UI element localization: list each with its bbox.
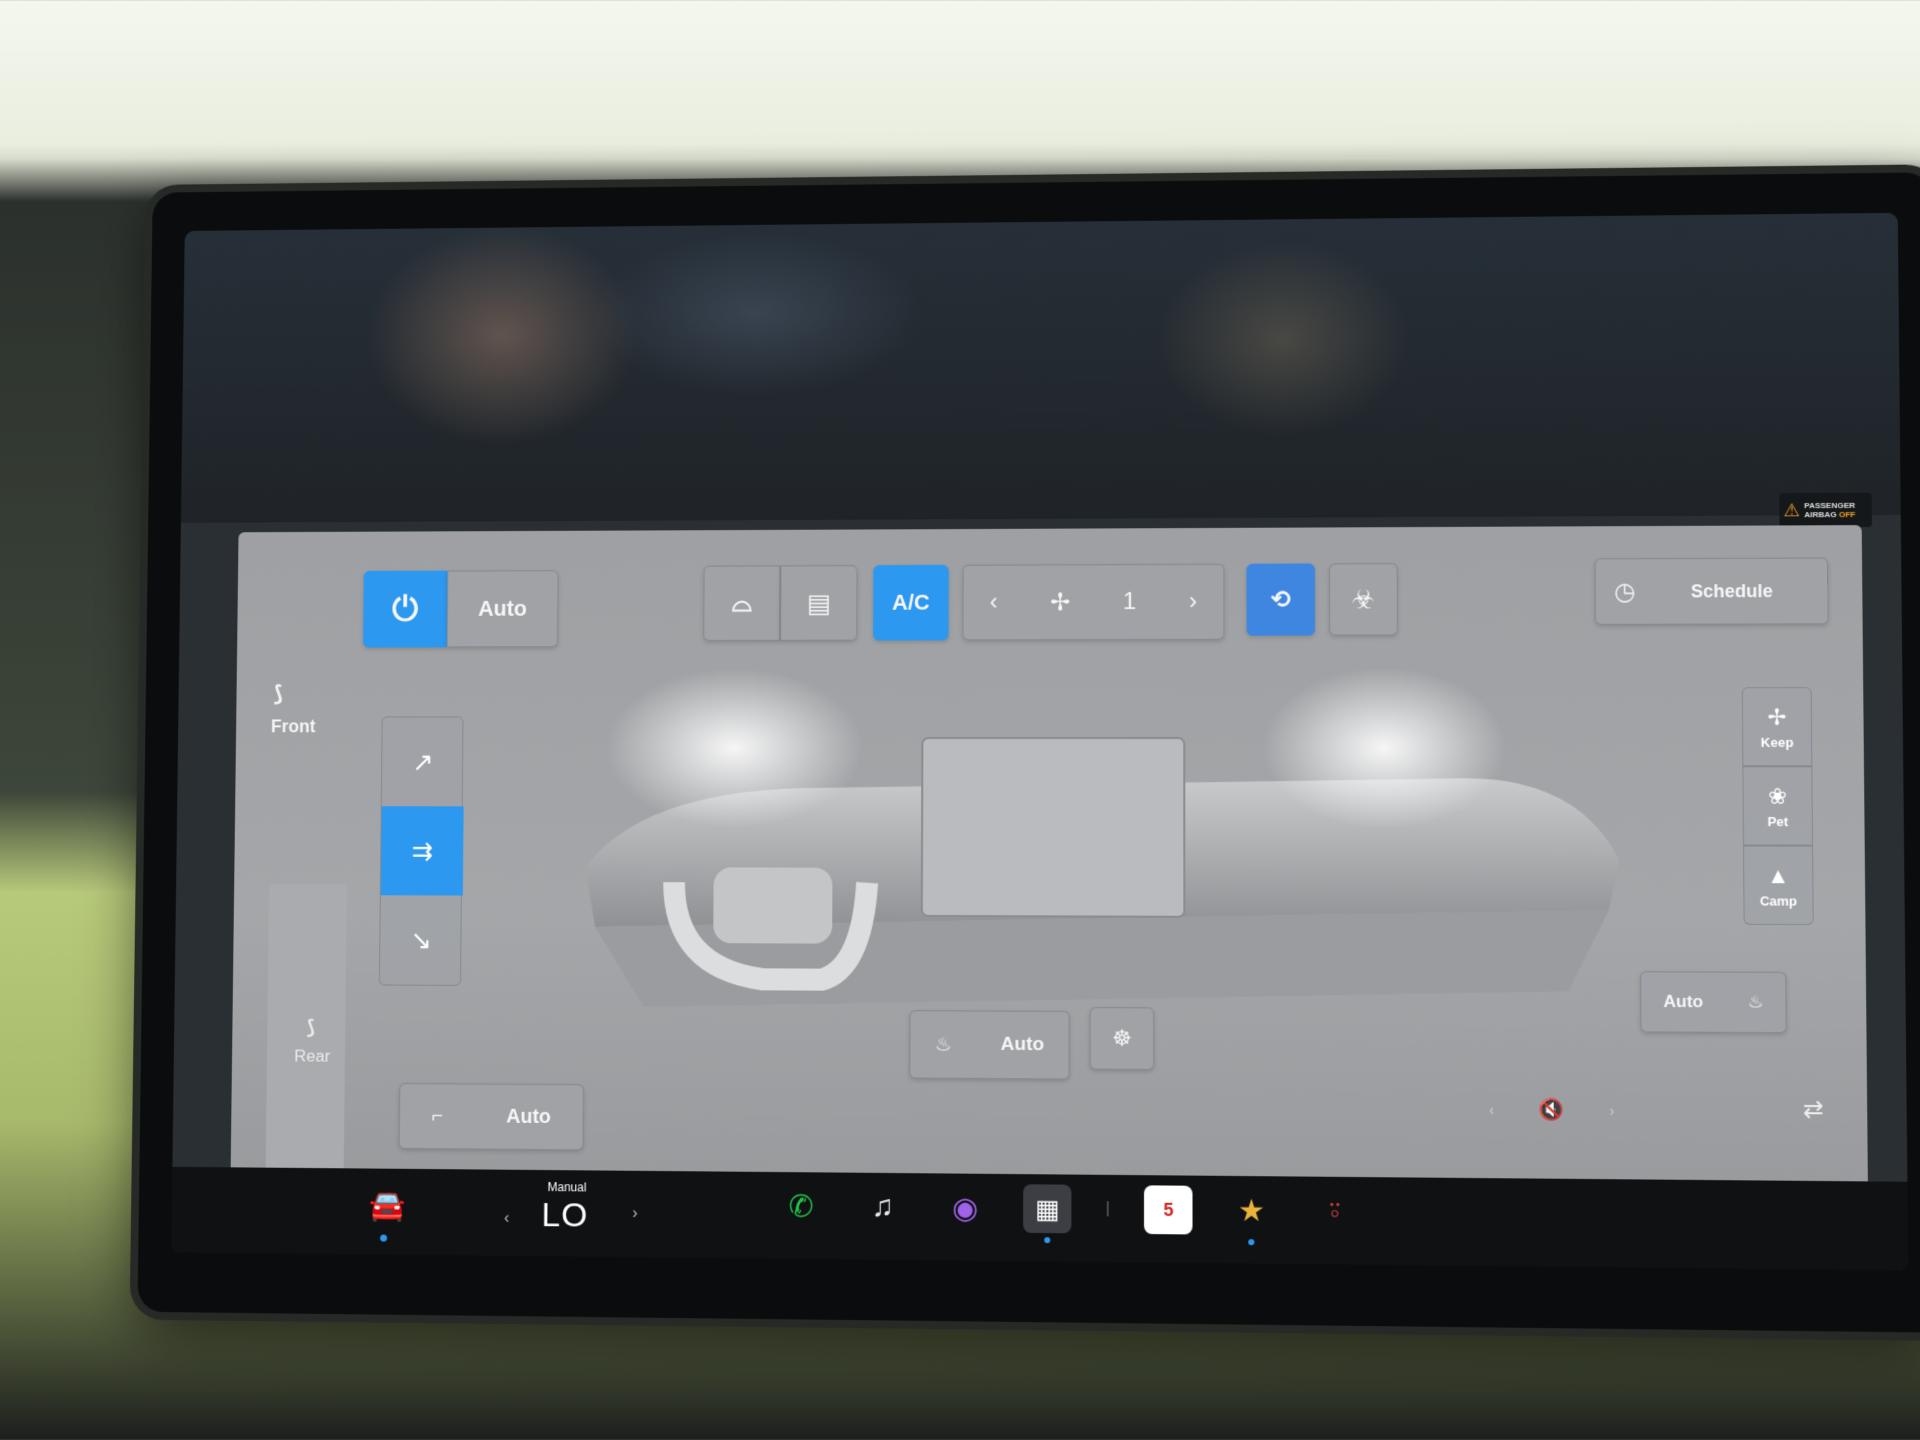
schedule-button[interactable]: ◷ Schedule	[1594, 557, 1829, 625]
arcade-app[interactable]: ★	[1227, 1186, 1276, 1246]
keep-fan-icon: ✢	[1767, 703, 1787, 730]
active-indicator	[1248, 1239, 1255, 1246]
camera-app[interactable]: ◉	[941, 1184, 989, 1233]
airflow-feet-button[interactable]: ↘	[380, 895, 463, 985]
app-dock: ✆ ♫ ◉ ▦ | 5 ★ ⍤ ▭	[777, 1182, 1443, 1246]
recirculate-button[interactable]: ⟲	[1246, 563, 1316, 636]
airflow-feet-icon: ↘	[410, 924, 433, 955]
climate-power-button[interactable]: ⏻	[362, 570, 448, 648]
calendar-app[interactable]: 5	[1144, 1185, 1193, 1235]
keep-climate-button[interactable]: ✢ Keep	[1741, 687, 1813, 767]
cabin-dashboard-illustration	[585, 667, 1620, 1042]
center-display-illustration	[922, 738, 1185, 917]
mute-icon[interactable]: 🔇	[1539, 1097, 1565, 1123]
display-bezel: ⚠ PASSENGER AIRBAG OFF ⏻ Auto ⌓ ▤ A/C ‹ …	[137, 172, 1920, 1333]
camp-mode-button[interactable]: ▲ Camp	[1742, 845, 1814, 926]
rear-zone-label[interactable]: Rear	[294, 1047, 330, 1067]
seat-heat-icon: ♨	[1747, 992, 1764, 1012]
car-interior-scene: ⚠ PASSENGER AIRBAG OFF ⏻ Auto ⌓ ▤ A/C ‹ …	[0, 0, 1920, 1440]
recirculate-icon: ⟲	[1270, 586, 1291, 614]
screen-reflection	[180, 212, 1901, 523]
passenger-airbag-indicator: ⚠ PASSENGER AIRBAG OFF	[1779, 492, 1873, 528]
fan-increase-button[interactable]: ›	[1189, 588, 1197, 616]
grid-icon: ▦	[1034, 1192, 1060, 1224]
swap-icon[interactable]: ⇄	[1803, 1095, 1824, 1125]
airflow-face-feet-button[interactable]: ⇉	[380, 806, 464, 896]
touchscreen: ⚠ PASSENGER AIRBAG OFF ⏻ Auto ⌓ ▤ A/C ‹ …	[171, 212, 1909, 1271]
climate-power-group: ⏻ Auto	[362, 570, 559, 648]
defrost-group: ⌓ ▤	[703, 565, 858, 641]
airflow-mode-selector: ↗ ⇉ ↘	[378, 716, 465, 986]
active-indicator	[380, 1234, 388, 1242]
seat-heat-icon: ♨	[934, 1033, 952, 1056]
passenger-seat-heat-auto-button[interactable]: Auto ♨	[1640, 971, 1787, 1034]
temperature-down-button[interactable]: ‹	[504, 1210, 509, 1228]
bioweapon-defense-icon: ☣	[1351, 583, 1376, 614]
fan-decrease-button[interactable]: ‹	[990, 589, 998, 617]
front-defrost-button[interactable]: ⌓	[703, 565, 781, 641]
clock-icon: ◷	[1614, 577, 1636, 606]
bioweapon-defense-button[interactable]: ☣	[1329, 563, 1398, 636]
ac-button[interactable]: A/C	[873, 564, 949, 641]
rear-seat-auto-label: Auto	[506, 1105, 552, 1128]
front-zone-label[interactable]: Front	[271, 716, 316, 737]
rear-defrost-icon: ▤	[806, 587, 832, 618]
airflow-face-icon: ↗	[412, 746, 434, 777]
rear-seat-auto-button[interactable]: ⌐ Auto	[398, 1083, 584, 1151]
fan-speed-value: 1	[1122, 588, 1137, 616]
app-launcher[interactable]: ▦	[1023, 1184, 1072, 1244]
joystick-icon: ⍤	[1325, 1194, 1344, 1228]
taskbar: 🚘 Manual LO ‹ › ✆ ♫ ◉ ▦ | 5 ★ ⍤	[171, 1166, 1909, 1271]
front-vents-icon: ⟆	[273, 681, 284, 706]
music-icon: ♫	[871, 1189, 895, 1224]
temperature-value[interactable]: LO	[541, 1196, 588, 1236]
toybox-app[interactable]: ⍤	[1310, 1187, 1359, 1236]
fan-speed-box: ‹ ✢ 1 ›	[962, 563, 1225, 641]
front-defrost-icon: ⌓	[731, 587, 753, 618]
rear-vents-icon: ⟆	[306, 1016, 316, 1039]
driver-seat-heat-auto-button[interactable]: ♨ Auto	[909, 1010, 1070, 1080]
tent-icon: ▲	[1766, 862, 1790, 888]
active-indicator	[1044, 1237, 1051, 1244]
airbag-icon: ⚠	[1783, 499, 1801, 520]
fan-speed-control: ‹ ✢ 1 ›	[962, 563, 1225, 641]
rear-seat-icon: ⌐	[431, 1104, 444, 1127]
phone-app[interactable]: ✆	[777, 1182, 825, 1231]
airbag-text: PASSENGER AIRBAG OFF	[1804, 500, 1856, 520]
music-app[interactable]: ♫	[859, 1183, 907, 1232]
airflow-face-button[interactable]: ↗	[382, 717, 465, 806]
airflow-visual-right	[1262, 667, 1507, 829]
schedule-label: Schedule	[1690, 580, 1773, 601]
camera-icon: ◉	[951, 1191, 979, 1225]
airflow-visual-left	[605, 668, 864, 828]
arcade-icon: ★	[1237, 1193, 1266, 1228]
calendar-day: 5	[1163, 1199, 1174, 1220]
steering-wheel-heat-button[interactable]: ☸	[1089, 1007, 1155, 1071]
temperature-up-button[interactable]: ›	[632, 1205, 637, 1223]
yoke-hub	[713, 867, 833, 944]
power-icon: ⏻	[391, 589, 419, 628]
volume-control: ‹ 🔇 ›	[1489, 1097, 1908, 1126]
dock-separator: |	[1105, 1200, 1110, 1218]
steering-wheel-heat-icon: ☸	[1111, 1025, 1132, 1051]
climate-modes: ✢ Keep ❀ Pet ▲ Camp	[1741, 687, 1814, 941]
climate-panel: ⏻ Auto ⌓ ▤ A/C ‹ ✢ 1 › ⟲ ☣ ◷ Schedule ⟆ …	[230, 525, 1868, 1195]
climate-auto-button[interactable]: Auto	[446, 570, 559, 648]
phone-icon: ✆	[788, 1189, 814, 1224]
volume-down-button[interactable]: ‹	[1489, 1101, 1494, 1117]
paw-icon: ❀	[1768, 783, 1788, 809]
airflow-face-feet-icon: ⇉	[411, 835, 433, 866]
volume-up-button[interactable]: ›	[1610, 1102, 1615, 1118]
temperature-mode-label: Manual	[547, 1180, 587, 1195]
car-icon[interactable]: 🚘	[369, 1188, 406, 1223]
fan-icon: ✢	[1050, 588, 1071, 616]
pet-mode-button[interactable]: ❀ Pet	[1742, 766, 1814, 846]
rear-defrost-button[interactable]: ▤	[780, 565, 858, 641]
